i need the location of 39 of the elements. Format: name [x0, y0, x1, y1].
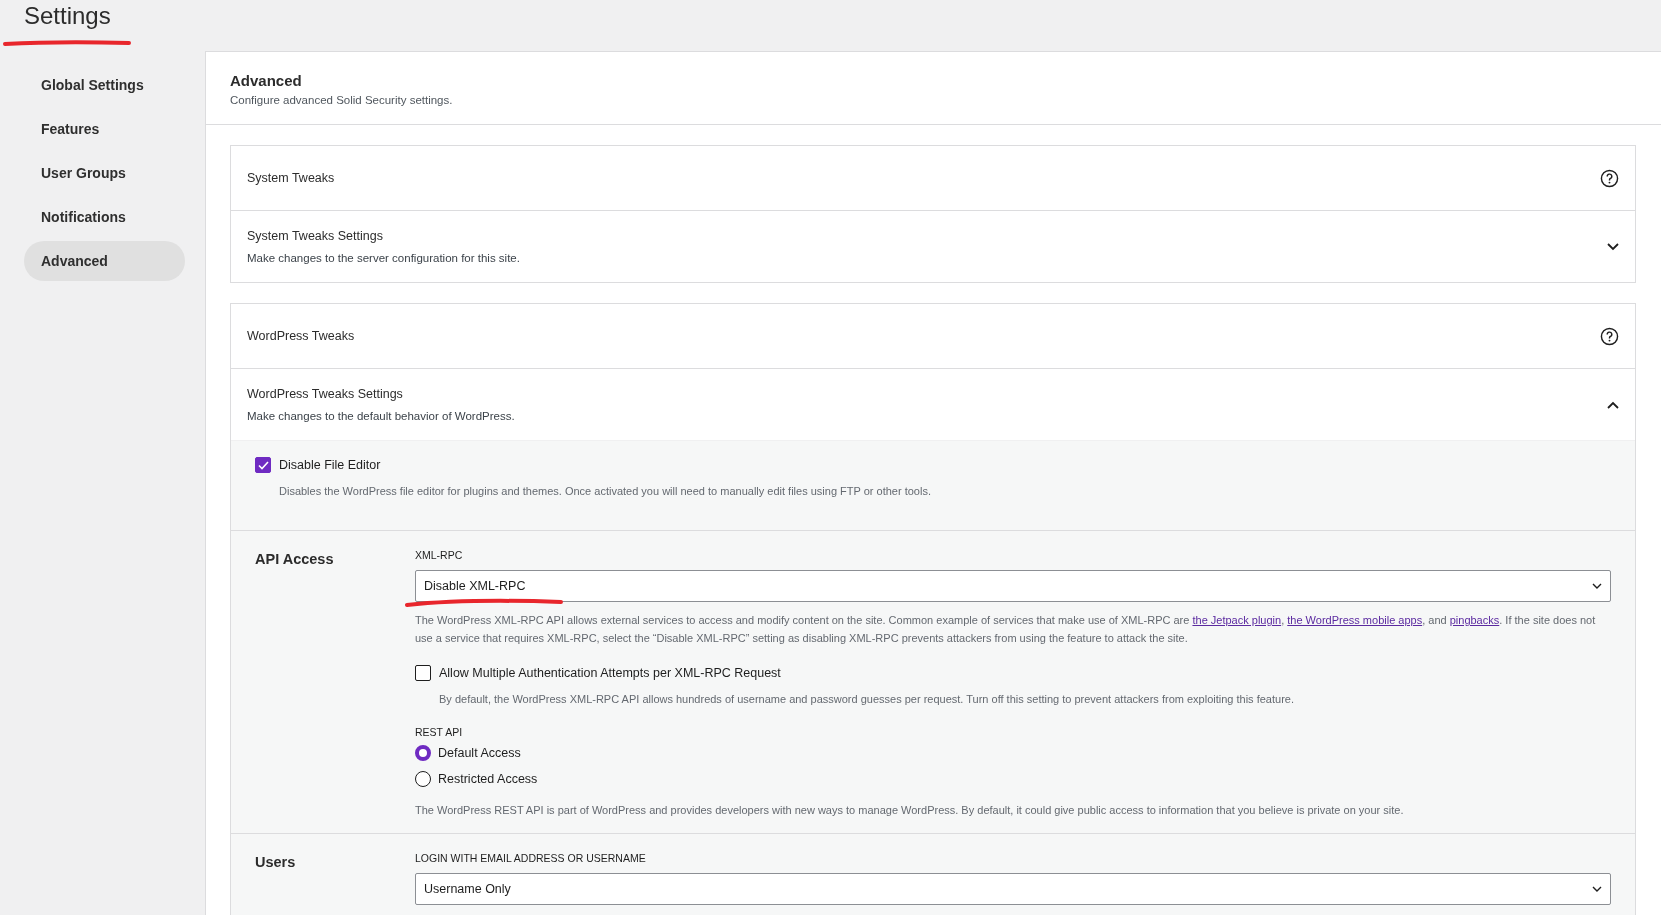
radio-button[interactable]: [415, 745, 431, 761]
help-text: The WordPress REST API is part of WordPress and provides developers with new ways to manage WordPress. By default, it could give public access to information that you believe is private on your site.: [415, 803, 1405, 818]
checkbox-label: Allow Multiple Authentication Attempts per XML-RPC Request: [439, 666, 781, 680]
help-icon[interactable]: [1600, 326, 1619, 346]
checkbox[interactable]: [255, 457, 271, 473]
group-title: API Access: [255, 551, 335, 569]
field-label: XML-RPC: [415, 549, 464, 561]
card-title: WordPress Tweaks: [247, 329, 355, 343]
radio-button[interactable]: [415, 771, 431, 787]
page-title: Settings: [24, 2, 111, 30]
sidebar-item[interactable]: Advanced: [24, 241, 185, 281]
sidebar-item[interactable]: Notifications: [24, 197, 185, 237]
help-text: Disables the WordPress file editor for plugins and themes. Once activated you will need to manually edit files using FTP or other tools.: [279, 484, 932, 499]
radio-label: Restricted Access: [438, 772, 538, 786]
settings-title: System Tweaks Settings: [247, 229, 384, 243]
field-label: LOGIN WITH EMAIL ADDRESS OR USERNAME: [415, 852, 647, 864]
caret-icon: [1592, 583, 1602, 589]
select-field[interactable]: Disable XML-RPC: [415, 570, 1611, 602]
section-title: Advanced: [230, 72, 303, 89]
sidebar-item[interactable]: User Groups: [24, 153, 185, 193]
group-title: Users: [255, 854, 297, 872]
checkbox-label: Disable File Editor: [279, 458, 381, 472]
checkbox[interactable]: [415, 665, 431, 681]
help-icon[interactable]: [1600, 168, 1619, 188]
radio-label: Default Access: [438, 746, 521, 760]
settings-description: Make changes to the default behavior of WordPress.: [247, 410, 515, 422]
chevron-icon[interactable]: [1607, 400, 1619, 409]
settings-title: WordPress Tweaks Settings: [247, 387, 404, 401]
section-subtitle: Configure advanced Solid Security settings.: [230, 94, 454, 106]
select-field[interactable]: Username Only: [415, 873, 1611, 905]
help-text: The WordPress XML-RPC API allows external services to access and modify content on the site. Common example of services that make use of XML-RPC are the Jetpack plugin, the WordPress mobile apps, and pingbacks. If the site does not use a service that requires XML-RPC, select the “Disable XML-RPC” setting as disabling XML-RPC prevents attackers from using the feature to attack the site.: [415, 613, 1597, 646]
settings-description: Make changes to the server configuration for this site.: [247, 252, 520, 264]
chevron-icon[interactable]: [1607, 242, 1619, 251]
card-title: System Tweaks: [247, 171, 335, 185]
sidebar-item[interactable]: Features: [24, 109, 185, 149]
field-label: REST API: [415, 726, 464, 738]
sidebar-item[interactable]: Global Settings: [24, 65, 185, 105]
caret-icon: [1592, 886, 1602, 892]
help-text: By default, the WordPress XML-RPC API allows hundreds of username and password guesses per request. Turn off this setting to prevent attackers from exploiting this feature.: [439, 692, 1295, 707]
